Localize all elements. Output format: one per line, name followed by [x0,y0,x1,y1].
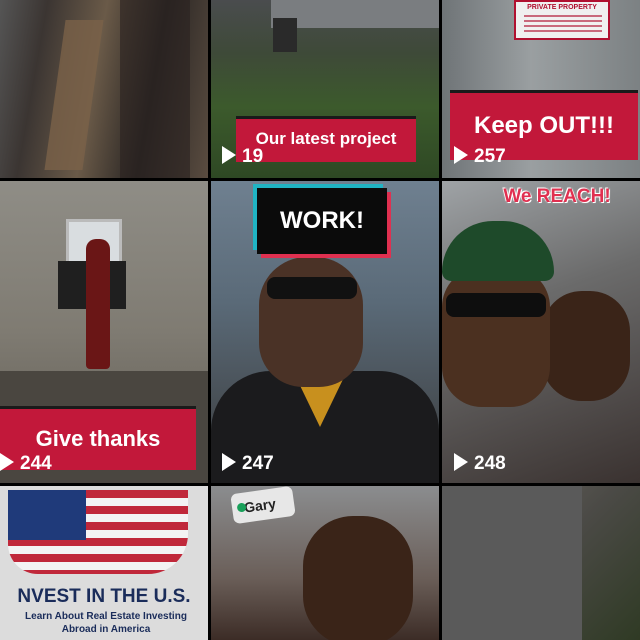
scene-sunglasses [267,277,357,299]
private-property-sign: PRIVATE PROPERTY [514,0,610,40]
view-count-value: 19 [242,146,264,167]
play-icon [222,453,236,471]
view-count-value: 247 [242,453,274,474]
invest-title: NVEST IN THE U.S. [17,586,191,607]
view-count: 19 [222,146,263,168]
scene-face-2 [542,291,630,401]
play-icon [222,146,236,164]
scene-shadow [120,0,190,178]
view-count: 247 [222,453,274,475]
video-thumbnail-9[interactable] [442,486,640,640]
scene-face-1 [442,267,550,407]
scene-face [303,516,413,640]
scene-sunglasses [446,293,546,317]
view-count: 248 [454,453,506,475]
view-count-value: 257 [474,146,506,167]
caption-work: WORK! [257,188,387,254]
scene-bin [273,18,297,52]
caption-reach: We REACH! [503,186,611,207]
play-icon [454,453,468,471]
sign-text-lines [524,15,602,17]
sign-title: PRIVATE PROPERTY [527,4,597,11]
view-count: 244 [0,453,52,475]
scene-house [442,486,582,640]
scene-person [86,239,110,369]
video-thumbnail-1[interactable] [0,0,208,178]
play-icon [454,146,468,164]
view-count: 257 [454,146,506,168]
usa-flag-canton [8,490,86,540]
invest-subtitle: Learn About Real Estate Investing Abroad… [25,611,187,635]
scene-beam [44,20,104,170]
video-grid: PRIVATE PROPERTY Our latest project Keep… [0,0,640,640]
view-count-value: 244 [20,453,52,474]
play-icon [0,453,14,471]
view-count-value: 248 [474,453,506,474]
location-tag-label: Gary [243,495,277,516]
video-thumbnail-6[interactable] [442,181,640,483]
scene-beanie [442,221,554,281]
